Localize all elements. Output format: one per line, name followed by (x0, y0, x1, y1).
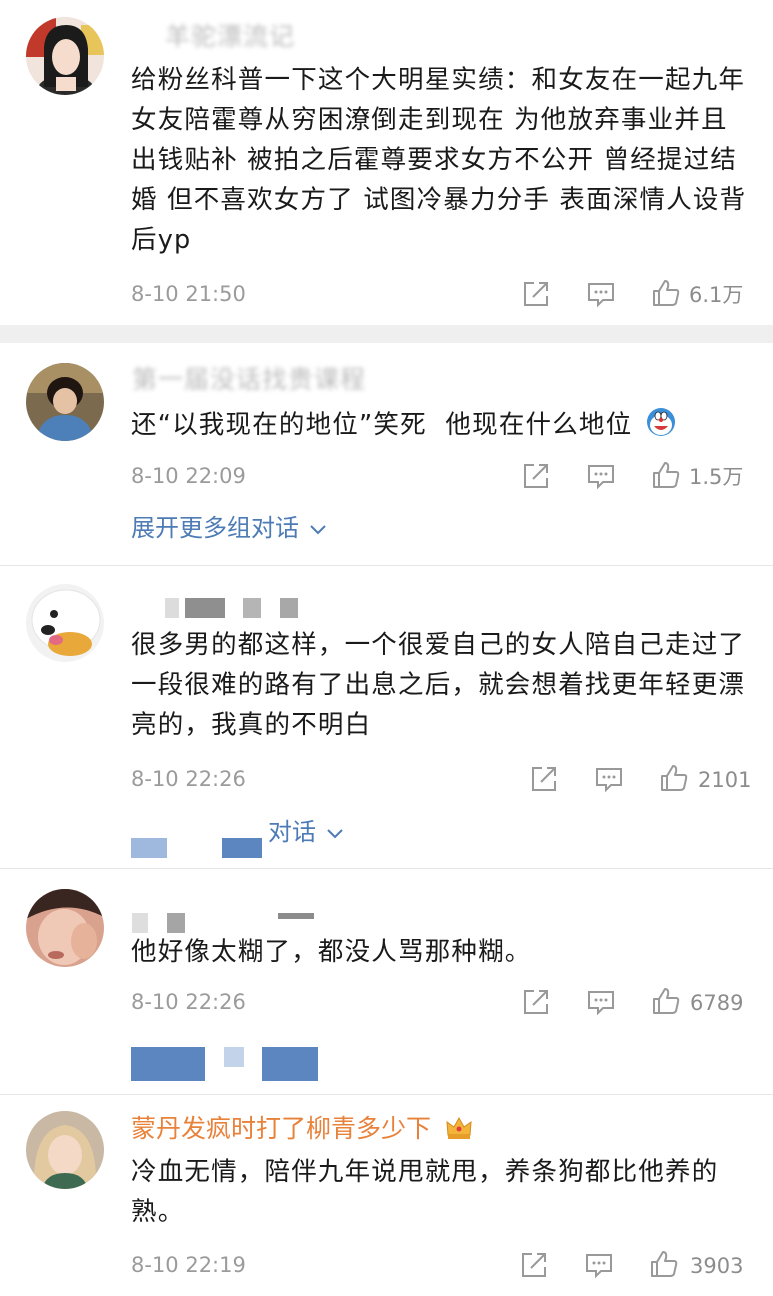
share-icon[interactable] (529, 764, 559, 794)
like-count: 6789 (690, 991, 744, 1015)
timestamp: 8-10 22:26 (131, 990, 246, 1014)
timestamp: 8-10 22:09 (131, 464, 246, 488)
comment-item-3: 很多男的都这样，一个很爱自己的女人陪自己走过了一段很难的路有了出息之后，就会想着… (0, 566, 773, 868)
timestamp: 8-10 22:26 (131, 767, 246, 791)
username[interactable]: 蒙丹发疯时打了柳青多少下 (131, 1114, 473, 1144)
thumbs-up-icon[interactable] (649, 1249, 679, 1279)
comment-text: 他好像太糊了，都没人骂那种糊。 (131, 937, 532, 967)
username[interactable]: 第一届没话找贵课程 (132, 365, 366, 395)
crown-badge-icon (445, 1115, 473, 1141)
thumbs-up-icon[interactable] (651, 986, 681, 1016)
thumbs-up-icon[interactable] (651, 278, 681, 308)
avatar[interactable] (26, 363, 104, 441)
comment-icon[interactable] (594, 764, 624, 794)
comment-text: 冷血无情，陪伴九年说甩就甩，养条狗都比他养的熟。 (131, 1157, 719, 1227)
username-mosaic (280, 598, 298, 618)
username-mosaic (165, 598, 179, 618)
share-icon[interactable] (521, 461, 551, 491)
comment-icon[interactable] (586, 461, 616, 491)
username-text: 蒙丹发疯时打了柳青多少下 (131, 1114, 432, 1143)
expand-link-mosaic (131, 838, 167, 858)
username-mosaic (185, 598, 225, 618)
section-divider (0, 325, 773, 343)
timestamp: 8-10 22:19 (131, 1253, 246, 1277)
avatar[interactable] (26, 889, 104, 967)
share-icon[interactable] (519, 1250, 549, 1280)
thumbs-up-icon[interactable] (651, 460, 681, 490)
doraemon-emoji-icon (646, 407, 676, 437)
share-icon[interactable] (521, 987, 551, 1017)
expand-link-mosaic (224, 1047, 244, 1067)
like-count: 6.1万 (689, 283, 744, 307)
comment-icon[interactable] (584, 1250, 614, 1280)
username-mosaic (167, 913, 185, 933)
username-mosaic (243, 598, 261, 618)
comment-item-2: 第一届没话找贵课程 还“以我现在的地位”笑死 他现在什么地位 8-10 22:0… (0, 343, 773, 565)
like-count: 2101 (698, 768, 752, 792)
comment-icon[interactable] (586, 987, 616, 1017)
like-count: 1.5万 (689, 465, 744, 489)
comment-text: 还“以我现在的地位”笑死 他现在什么地位 (131, 405, 771, 445)
username-mosaic (278, 913, 314, 919)
avatar[interactable] (26, 17, 104, 95)
expand-label: 展开更多组对话 (131, 514, 299, 542)
comment-item-1: 羊驼漂流记 给粉丝科普一下这个大明星实绩：和女友在一起九年 女友陪霍尊从穷困潦倒… (0, 0, 773, 325)
like-count: 3903 (690, 1254, 744, 1278)
chevron-down-icon (326, 817, 344, 847)
avatar[interactable] (26, 1111, 104, 1189)
username-mosaic (132, 913, 148, 933)
comment-text-content: 还“以我现在的地位”笑死 他现在什么地位 (131, 410, 633, 440)
username[interactable]: 羊驼漂流记 (165, 22, 295, 52)
expand-link-mosaic (131, 1047, 205, 1081)
chevron-down-icon (309, 513, 327, 543)
expand-label: 对话 (268, 818, 316, 846)
comment-text: 很多男的都这样，一个很爱自己的女人陪自己走过了一段很难的路有了出息之后，就会想着… (131, 630, 746, 740)
expand-conversation-link[interactable]: 展开更多组对话 (131, 513, 327, 543)
avatar[interactable] (26, 584, 104, 662)
expand-link-mosaic (262, 1047, 318, 1081)
thumbs-up-icon[interactable] (659, 763, 689, 793)
expand-link-mosaic (222, 838, 262, 858)
comment-text: 给粉丝科普一下这个大明星实绩：和女友在一起九年 女友陪霍尊从穷困潦倒走到现在 为… (131, 65, 747, 255)
comment-item-5: 蒙丹发疯时打了柳青多少下 冷血无情，陪伴九年说甩就甩，养条狗都比他养的熟。 8-… (0, 1095, 773, 1296)
share-icon[interactable] (521, 279, 551, 309)
timestamp: 8-10 21:50 (131, 282, 246, 306)
comment-icon[interactable] (586, 279, 616, 309)
expand-conversation-link[interactable]: 对话 (268, 817, 344, 847)
comment-item-4: 他好像太糊了，都没人骂那种糊。 8-10 22:26 6789 (0, 869, 773, 1085)
